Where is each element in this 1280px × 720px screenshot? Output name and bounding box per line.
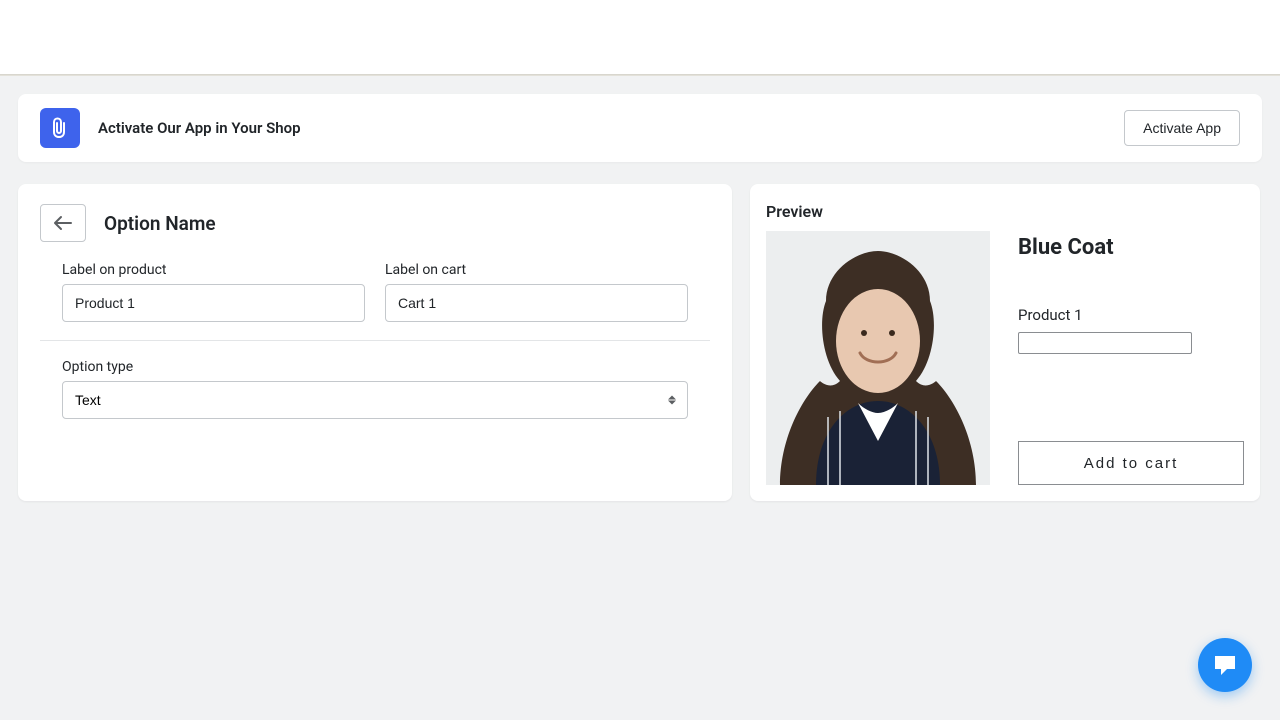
label-product-input[interactable]: [62, 284, 365, 322]
activation-banner: Activate Our App in Your Shop Activate A…: [18, 94, 1262, 162]
option-editor-card: Option Name Label on product Label on ca…: [18, 184, 732, 501]
preview-product-title: Blue Coat: [1018, 235, 1244, 260]
label-cart-input[interactable]: [385, 284, 688, 322]
preview-product-image: [766, 231, 990, 485]
chat-icon: [1213, 654, 1237, 676]
arrow-left-icon: [53, 215, 73, 231]
content-columns: Option Name Label on product Label on ca…: [18, 184, 1262, 501]
preview-option-label: Product 1: [1018, 306, 1244, 324]
app-icon: [40, 108, 80, 148]
option-type-label: Option type: [62, 359, 688, 375]
add-to-cart-button[interactable]: Add to cart: [1018, 441, 1244, 485]
preview-card: Preview Blue Coat: [750, 184, 1260, 501]
label-cart-label: Label on cart: [385, 262, 688, 278]
paperclip-icon: [50, 117, 70, 139]
editor-title: Option Name: [104, 212, 216, 235]
preview-heading: Preview: [766, 202, 1244, 221]
label-row: Label on product Label on cart: [40, 262, 710, 322]
preview-details: Blue Coat Product 1 Add to cart: [1018, 231, 1244, 485]
preview-option-input[interactable]: [1018, 332, 1192, 354]
activate-app-button[interactable]: Activate App: [1124, 110, 1240, 146]
form-divider: [40, 340, 710, 341]
chat-fab-button[interactable]: [1198, 638, 1252, 692]
back-button[interactable]: [40, 204, 86, 242]
option-type-select[interactable]: Text: [62, 381, 688, 419]
banner-title: Activate Our App in Your Shop: [98, 119, 1124, 137]
option-type-select-wrap: Text: [62, 381, 688, 419]
label-product-group: Label on product: [62, 262, 365, 322]
label-cart-group: Label on cart: [385, 262, 688, 322]
editor-header: Option Name: [40, 204, 710, 242]
top-blank-bar: [0, 0, 1280, 74]
person-placeholder-icon: [766, 231, 990, 485]
label-product-label: Label on product: [62, 262, 365, 278]
preview-body: Blue Coat Product 1 Add to cart: [766, 231, 1244, 485]
page-body: Activate Our App in Your Shop Activate A…: [0, 76, 1280, 720]
